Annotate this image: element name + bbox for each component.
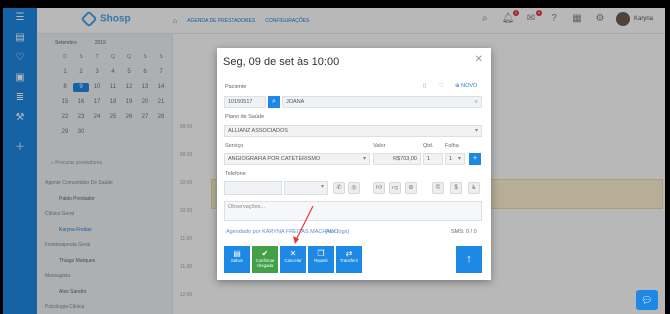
check-icon: ✔ (261, 249, 269, 258)
arrow-head (293, 236, 299, 244)
action-label: Transferir (339, 258, 359, 263)
chevron-down-icon: ▾ (362, 156, 366, 162)
action-label: Confirmar chegada (255, 258, 275, 268)
sms-counter: SMS: 0 / 0 (451, 229, 477, 235)
observacoes-field[interactable]: Observações... (224, 201, 482, 221)
cancelar-button[interactable]: ✕ Cancelar (280, 246, 306, 273)
search-icon: ⌕ (474, 99, 478, 105)
phone-icon[interactable]: ✆ (333, 182, 345, 194)
close-icon: ✕ (289, 249, 297, 258)
chevron-down-icon: ▾ (457, 156, 461, 162)
phone-field[interactable] (224, 181, 282, 195)
whatsapp-icon[interactable]: ◎ (348, 182, 360, 194)
patient-name-field[interactable]: JOANA ⌕ (282, 96, 482, 108)
heart-icon[interactable]: ♡ (439, 83, 444, 89)
arrow-up-icon[interactable]: ↑ (456, 246, 482, 273)
document-icon[interactable]: ▯ (423, 83, 426, 89)
transferir-button[interactable]: ⇄ Transferir (336, 246, 362, 273)
telefone-label: Telefone (225, 171, 246, 177)
thumbs-up-icon[interactable]: 👍︎ (373, 182, 385, 194)
action-label: Cancelar (284, 258, 302, 263)
plano-label: Plano de Saúde (225, 114, 265, 120)
valor-label: Valor (373, 143, 386, 149)
copyright-icon[interactable]: © (432, 182, 444, 194)
block-icon[interactable]: ⊘ (405, 182, 417, 194)
copy-icon: ❐ (317, 249, 325, 258)
ver-logs-link[interactable]: [Ver logs] (326, 229, 349, 235)
modal-title: Seg, 09 de set às 10:00 (223, 56, 340, 68)
action-label: Repetir (314, 258, 328, 263)
folha-select[interactable]: 1 ▾ (445, 153, 465, 165)
close-icon[interactable]: ✕ (475, 54, 483, 65)
salvar-button[interactable]: ▤ Salvar (224, 246, 250, 273)
folha-label: Folha (445, 143, 459, 149)
search-icon[interactable]: ⌕ (268, 96, 280, 108)
servico-label: Serviço (225, 143, 244, 149)
annotation-arrow (293, 205, 314, 244)
chat-widget-icon[interactable]: 💬︎ (636, 290, 658, 310)
arrow-line (294, 205, 314, 243)
phone-type-select[interactable]: ▾ (284, 181, 328, 195)
transfer-icon: ⇄ (345, 249, 353, 258)
qtd-label: Qtd. (423, 143, 434, 149)
novo-button[interactable]: ⊕ NOVO (455, 83, 477, 89)
wheelchair-icon[interactable]: ♿︎ (468, 182, 480, 194)
paciente-label: Paciente (225, 84, 247, 90)
qtd-field[interactable]: 1 (423, 153, 443, 165)
servico-select[interactable]: ANGIOGRAFIA POR CATETERISMO ▾ (224, 153, 370, 165)
confirmar-chegada-button[interactable]: ✔ Confirmar chegada (252, 246, 278, 273)
chevron-down-icon: ▾ (474, 128, 478, 134)
save-icon: ▤ (233, 249, 241, 258)
repetir-button[interactable]: ❐ Repetir (308, 246, 334, 273)
dollar-icon[interactable]: $ (450, 182, 462, 194)
appointment-modal: Seg, 09 de set às 10:00 ✕ Paciente ▯ ♡ ⊕… (217, 48, 491, 280)
add-service-button[interactable]: + (469, 153, 481, 165)
valor-field[interactable]: R$703,00 (373, 153, 421, 165)
patient-code-field[interactable]: 10150517 (224, 96, 266, 108)
thumbs-down-icon[interactable]: 👎︎ (389, 182, 401, 194)
action-label: Salvar (230, 258, 244, 263)
plano-select[interactable]: ALLIANZ ASSOCIADOS ▾ (224, 125, 482, 137)
chevron-down-icon: ▾ (320, 184, 324, 190)
